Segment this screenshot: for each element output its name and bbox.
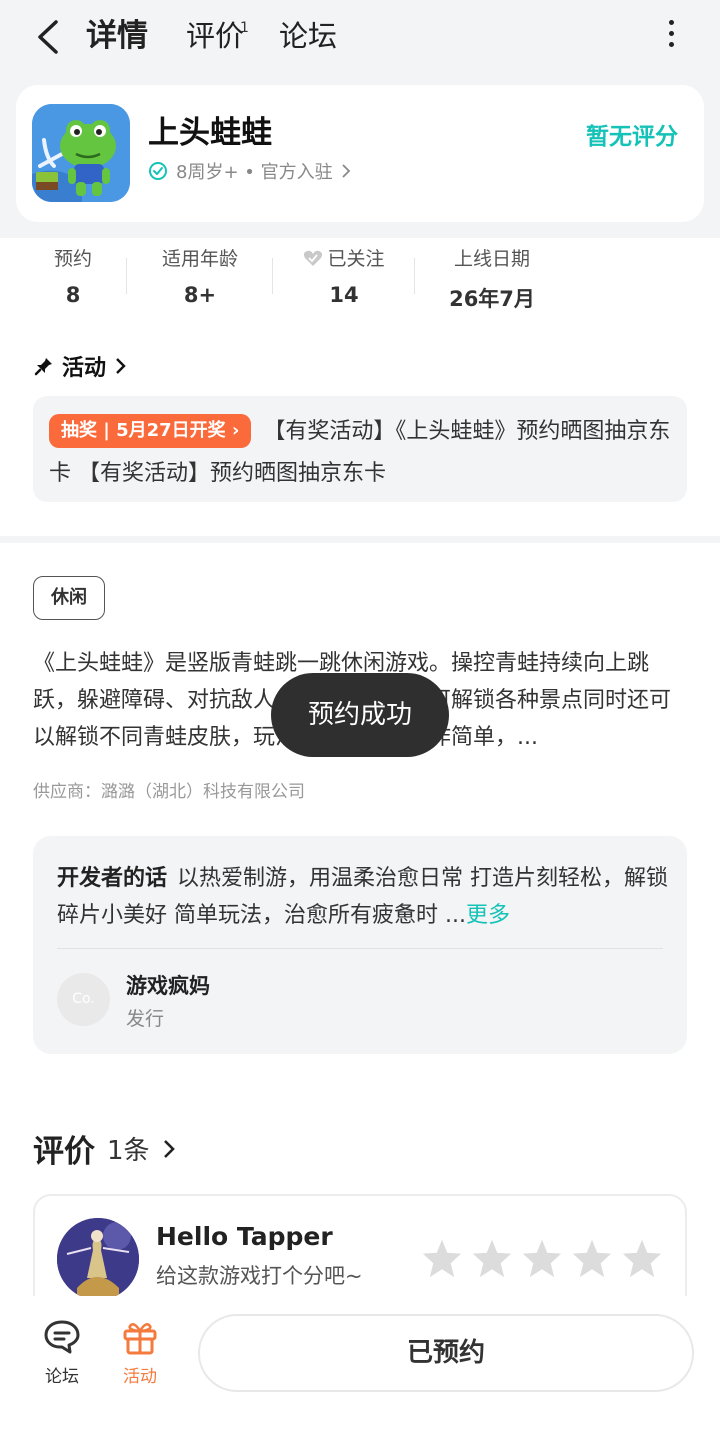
publisher-name[interactable]: 游戏疯妈 [126, 970, 210, 1000]
tab-forum-label: 论坛 [279, 19, 338, 53]
forum-label: 论坛 [45, 1367, 79, 1387]
section-separator [0, 536, 720, 543]
chevron-right-icon [116, 358, 126, 374]
genre-tag[interactable]: 休闲 [33, 576, 105, 620]
chevron-right-icon [341, 164, 350, 178]
publisher-role: 发行 [126, 1008, 165, 1030]
app-name: 上头蛙蛙 [148, 115, 272, 151]
stat-label: 上线日期 [453, 248, 530, 270]
stat-launch-date: 上线日期 26年7月 [436, 244, 548, 313]
more-link[interactable]: 更多 [466, 903, 510, 928]
tab-review-label: 评价 [186, 19, 245, 53]
stat-label: 已关注 [327, 248, 385, 270]
star-rating[interactable] [421, 1238, 663, 1278]
star-icon[interactable] [521, 1238, 563, 1278]
activity-button[interactable]: 活动 [110, 1318, 170, 1387]
stat-age: 适用年龄 8+ [150, 244, 250, 307]
stat-value: 26年7月 [449, 287, 535, 311]
stat-label: 预约 [53, 248, 92, 270]
top-nav: 详情 评价 1 论坛 [0, 0, 720, 76]
stat-label: 适用年龄 [161, 248, 238, 270]
rate-hint: 给这款游戏打个分吧~ [156, 1264, 363, 1288]
chevron-right-icon [163, 1139, 175, 1158]
supplier-info: 供应商：潞潞（湖北）科技有限公司 [33, 782, 305, 802]
star-icon[interactable] [621, 1238, 663, 1278]
reviews-count: 1条 [107, 1136, 150, 1166]
developer-note-label: 开发者的话 [57, 866, 168, 891]
reviews-title: 评价 [33, 1134, 95, 1170]
forum-chat-icon [44, 1320, 80, 1354]
tab-review[interactable]: 评价 1 [186, 16, 249, 56]
activity-title: 活动 [62, 356, 107, 381]
stat-followers[interactable]: 已关注 14 [292, 244, 396, 307]
divider [414, 258, 415, 294]
more-options-icon[interactable] [662, 20, 680, 54]
review-count-badge: 1 [240, 20, 249, 36]
reserved-button[interactable]: 已预约 [198, 1314, 694, 1392]
divider [126, 258, 127, 294]
divider [57, 948, 663, 949]
forum-button[interactable]: 论坛 [32, 1318, 92, 1387]
app-icon[interactable] [32, 104, 130, 202]
pin-icon [34, 358, 52, 376]
developer-note-card: 开发者的话 以热爱制游，用温柔治愈日常 打造片刻轻松，解锁碎片小美好 简单玩法，治… [33, 836, 687, 1054]
user-name: Hello Tapper [156, 1222, 333, 1251]
activity-label: 活动 [123, 1367, 157, 1387]
stat-label-row: 已关注 [292, 244, 396, 271]
stat-reservations: 预约 8 [40, 244, 106, 307]
verified-check-icon [149, 162, 167, 180]
star-icon[interactable] [571, 1238, 613, 1278]
stat-value: 8+ [183, 283, 217, 307]
frog-app-icon [32, 104, 130, 202]
tab-detail[interactable]: 详情 [82, 16, 152, 56]
app-meta-text: 8周岁+ • 官方入驻 [176, 162, 333, 183]
reviews-section-header[interactable]: 评价 1条 [33, 1126, 176, 1171]
app-meta-link[interactable]: 8周岁+ • 官方入驻 [148, 158, 351, 184]
star-icon[interactable] [421, 1238, 463, 1278]
publisher-avatar[interactable]: Co. [57, 973, 110, 1026]
stat-value: 8 [65, 283, 81, 307]
tab-forum[interactable]: 论坛 [279, 16, 337, 56]
activity-card[interactable]: 抽奖 | 5月27日开奖 › 【有奖活动】《上头蛙蛙》预约晒图抽京东卡 【有奖活动… [33, 396, 687, 502]
activity-section-header[interactable]: 活动 [34, 350, 126, 382]
developer-note: 开发者的话 以热爱制游，用温柔治愈日常 打造片刻轻松，解锁碎片小美好 简单玩法，治… [57, 860, 669, 934]
heart-shield-icon [304, 250, 323, 266]
rating-status: 暂无评分 [586, 124, 678, 150]
tab-detail-label: 详情 [86, 18, 148, 54]
user-avatar [57, 1218, 139, 1300]
lottery-tag[interactable]: 抽奖 | 5月27日开奖 › [49, 414, 252, 448]
gift-icon [123, 1323, 157, 1355]
page: 详情 评价 1 论坛 上头蛙蛙 8周岁+ • 官方入驻 暂无评分 预约 8 适用… [0, 0, 720, 1431]
stats-row: 预约 8 适用年龄 8+ 已关注 14 上线日期 26年7月 [0, 240, 720, 320]
stat-value: 14 [329, 283, 359, 307]
back-arrow-icon[interactable] [30, 16, 70, 58]
divider [272, 258, 273, 294]
star-icon[interactable] [471, 1238, 513, 1278]
lottery-tag-label: 抽奖 | 5月27日开奖 [61, 420, 226, 441]
toast-message: 预约成功 [271, 673, 449, 757]
app-info-card: 上头蛙蛙 8周岁+ • 官方入驻 暂无评分 [16, 85, 704, 222]
user-avatar-image [57, 1218, 139, 1300]
bottom-action-bar: 论坛 活动 已预约 [0, 1296, 720, 1431]
